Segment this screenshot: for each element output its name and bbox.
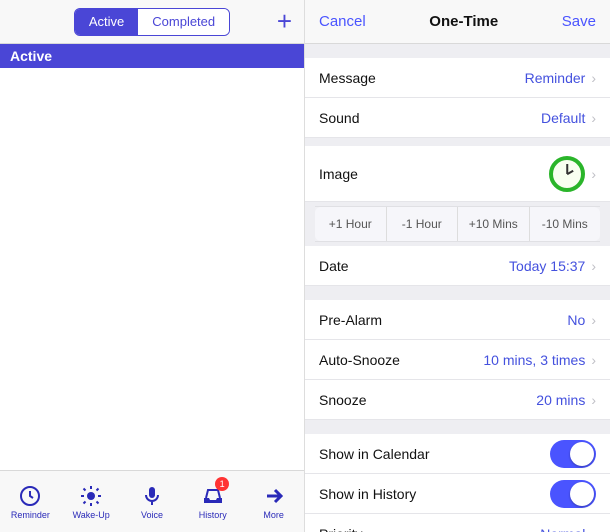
row-value: Today 15:37	[509, 258, 585, 274]
row-label: Snooze	[319, 392, 366, 408]
section-header-active: Active	[0, 44, 304, 68]
tab-label: Wake-Up	[73, 510, 110, 520]
sun-icon	[79, 484, 103, 508]
time-adjust-control: +1 Hour -1 Hour +10 Mins -10 Mins	[315, 206, 600, 242]
tab-history[interactable]: 1 History	[182, 471, 243, 532]
chevron-right-icon: ›	[591, 258, 596, 274]
reminder-editor-pane: Cancel One-Time Save Message Reminder › S…	[305, 0, 610, 532]
editor-scroll: Message Reminder › Sound Default › Image ›…	[305, 44, 610, 532]
tab-label: Reminder	[11, 510, 50, 520]
row-sound[interactable]: Sound Default ›	[305, 98, 610, 138]
row-label: Image	[319, 166, 358, 182]
row-image[interactable]: Image ›	[305, 146, 610, 202]
row-label: Auto-Snooze	[319, 352, 400, 368]
row-show-history: Show in History	[305, 474, 610, 514]
chevron-right-icon: ›	[591, 526, 596, 532]
row-value: Default	[541, 110, 585, 126]
chevron-right-icon: ›	[591, 392, 596, 408]
arrow-right-icon	[262, 484, 286, 508]
row-show-calendar: Show in Calendar	[305, 434, 610, 474]
row-autosnooze[interactable]: Auto-Snooze 10 mins, 3 times ›	[305, 340, 610, 380]
tab-reminder[interactable]: Reminder	[0, 471, 61, 532]
tab-voice[interactable]: Voice	[122, 471, 183, 532]
cancel-button[interactable]: Cancel	[319, 13, 366, 30]
row-label: Date	[319, 258, 349, 274]
editor-navbar: Cancel One-Time Save	[305, 0, 610, 44]
row-priority[interactable]: Priority Normal ›	[305, 514, 610, 532]
row-label: Sound	[319, 110, 359, 126]
tab-label: More	[263, 510, 284, 520]
empty-list-area	[0, 68, 304, 470]
row-value: 10 mins, 3 times	[483, 352, 585, 368]
time-minus-1h[interactable]: -1 Hour	[387, 207, 459, 241]
tab-wakeup[interactable]: Wake-Up	[61, 471, 122, 532]
clock-icon	[18, 484, 42, 508]
chevron-right-icon: ›	[591, 70, 596, 86]
row-value: 20 mins	[536, 392, 585, 408]
row-label: Priority	[319, 526, 363, 532]
row-label: Message	[319, 70, 376, 86]
row-label: Show in Calendar	[319, 446, 430, 462]
time-plus-1h[interactable]: +1 Hour	[315, 207, 387, 241]
time-minus-10m[interactable]: -10 Mins	[530, 207, 601, 241]
row-message[interactable]: Message Reminder ›	[305, 58, 610, 98]
history-badge: 1	[215, 477, 229, 491]
segment-active[interactable]: Active	[75, 9, 138, 35]
row-value: Normal	[540, 526, 585, 532]
row-date[interactable]: Date Today 15:37 ›	[305, 246, 610, 286]
chevron-right-icon: ›	[591, 352, 596, 368]
time-plus-10m[interactable]: +10 Mins	[458, 207, 530, 241]
chevron-right-icon: ›	[591, 312, 596, 328]
tab-label: Voice	[141, 510, 163, 520]
editor-title: One-Time	[429, 13, 498, 30]
chevron-right-icon: ›	[591, 110, 596, 126]
row-label: Show in History	[319, 486, 416, 502]
reminder-image-preview	[549, 156, 585, 192]
tab-label: History	[199, 510, 227, 520]
row-snooze[interactable]: Snooze 20 mins ›	[305, 380, 610, 420]
row-prealarm[interactable]: Pre-Alarm No ›	[305, 300, 610, 340]
row-value: Reminder	[525, 70, 586, 86]
history-toggle[interactable]	[550, 480, 596, 508]
status-segmented-control: Active Completed	[74, 8, 230, 36]
mic-icon	[140, 484, 164, 508]
save-button[interactable]: Save	[562, 13, 596, 30]
left-topbar: Active Completed +	[0, 0, 304, 44]
row-value: No	[567, 312, 585, 328]
segment-completed[interactable]: Completed	[138, 9, 229, 35]
tab-more[interactable]: More	[243, 471, 304, 532]
calendar-toggle[interactable]	[550, 440, 596, 468]
add-reminder-button[interactable]: +	[264, 6, 292, 37]
row-label: Pre-Alarm	[319, 312, 382, 328]
chevron-right-icon: ›	[591, 166, 596, 182]
bottom-tab-bar: Reminder Wake-Up Voice 1 History More	[0, 470, 304, 532]
reminders-list-pane: Active Completed + Active Reminder Wake-…	[0, 0, 305, 532]
